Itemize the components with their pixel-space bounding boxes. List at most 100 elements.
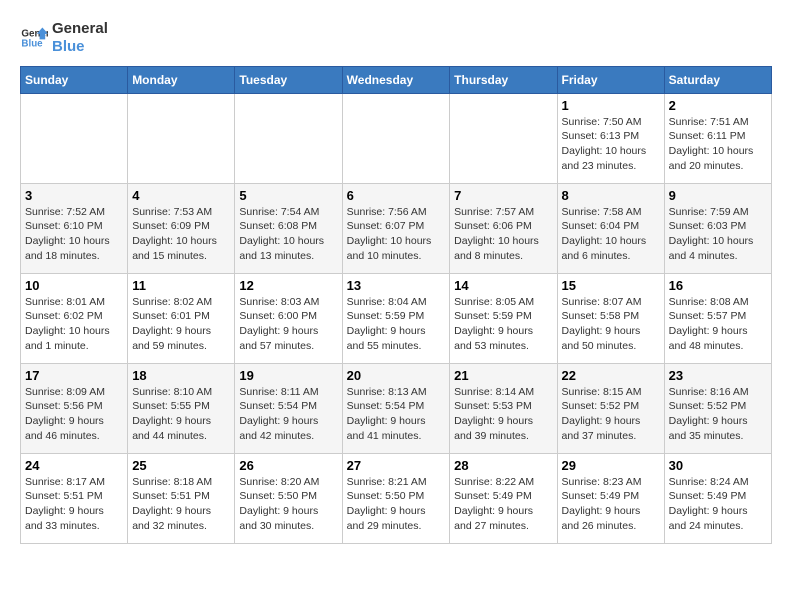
day-number: 13	[347, 278, 446, 293]
calendar-cell: 7Sunrise: 7:57 AM Sunset: 6:06 PM Daylig…	[450, 183, 557, 273]
day-info: Sunrise: 7:58 AM Sunset: 6:04 PM Dayligh…	[562, 205, 660, 264]
calendar-cell	[342, 93, 450, 183]
day-number: 10	[25, 278, 123, 293]
day-info: Sunrise: 8:01 AM Sunset: 6:02 PM Dayligh…	[25, 295, 123, 354]
svg-text:Blue: Blue	[21, 38, 43, 49]
day-number: 2	[669, 98, 767, 113]
day-info: Sunrise: 8:24 AM Sunset: 5:49 PM Dayligh…	[669, 475, 767, 534]
day-info: Sunrise: 7:56 AM Sunset: 6:07 PM Dayligh…	[347, 205, 446, 264]
day-info: Sunrise: 7:50 AM Sunset: 6:13 PM Dayligh…	[562, 115, 660, 174]
header-wednesday: Wednesday	[342, 66, 450, 93]
calendar-cell: 5Sunrise: 7:54 AM Sunset: 6:08 PM Daylig…	[235, 183, 342, 273]
header-tuesday: Tuesday	[235, 66, 342, 93]
day-info: Sunrise: 8:04 AM Sunset: 5:59 PM Dayligh…	[347, 295, 446, 354]
logo-blue-text: Blue	[52, 38, 85, 55]
header-sunday: Sunday	[21, 66, 128, 93]
day-number: 24	[25, 458, 123, 473]
day-number: 22	[562, 368, 660, 383]
day-info: Sunrise: 8:11 AM Sunset: 5:54 PM Dayligh…	[239, 385, 337, 444]
day-number: 30	[669, 458, 767, 473]
day-info: Sunrise: 8:05 AM Sunset: 5:59 PM Dayligh…	[454, 295, 552, 354]
calendar-cell: 12 Sunrise: 8:03 AM Sunset: 6:00 PM Dayli…	[235, 273, 342, 363]
calendar-week-1: 1 Sunrise: 7:50 AM Sunset: 6:13 PM Daylig…	[21, 93, 772, 183]
day-info: Sunrise: 8:15 AM Sunset: 5:52 PM Dayligh…	[562, 385, 660, 444]
calendar-cell	[128, 93, 235, 183]
day-info: Sunrise: 8:20 AM Sunset: 5:50 PM Dayligh…	[239, 475, 337, 534]
calendar-week-4: 17 Sunrise: 8:09 AM Sunset: 5:56 PM Dayli…	[21, 363, 772, 453]
calendar-cell: 25 Sunrise: 8:18 AM Sunset: 5:51 PM Dayli…	[128, 453, 235, 543]
day-number: 26	[239, 458, 337, 473]
calendar-cell: 18Sunrise: 8:10 AM Sunset: 5:55 PM Dayli…	[128, 363, 235, 453]
day-info: Sunrise: 8:08 AM Sunset: 5:57 PM Dayligh…	[669, 295, 767, 354]
calendar-header-row: SundayMondayTuesdayWednesdayThursdayFrid…	[21, 66, 772, 93]
calendar-cell: 22 Sunrise: 8:15 AM Sunset: 5:52 PM Dayli…	[557, 363, 664, 453]
day-info: Sunrise: 8:13 AM Sunset: 5:54 PM Dayligh…	[347, 385, 446, 444]
day-number: 21	[454, 368, 552, 383]
calendar-week-5: 24 Sunrise: 8:17 AM Sunset: 5:51 PM Dayli…	[21, 453, 772, 543]
day-number: 23	[669, 368, 767, 383]
day-info: Sunrise: 8:16 AM Sunset: 5:52 PM Dayligh…	[669, 385, 767, 444]
day-number: 15	[562, 278, 660, 293]
calendar-cell	[21, 93, 128, 183]
calendar-cell: 14 Sunrise: 8:05 AM Sunset: 5:59 PM Dayli…	[450, 273, 557, 363]
header-monday: Monday	[128, 66, 235, 93]
calendar-cell: 9Sunrise: 7:59 AM Sunset: 6:03 PM Daylig…	[664, 183, 771, 273]
day-number: 25	[132, 458, 230, 473]
day-number: 19	[239, 368, 337, 383]
calendar-cell: 23 Sunrise: 8:16 AM Sunset: 5:52 PM Dayli…	[664, 363, 771, 453]
day-number: 8	[562, 188, 660, 203]
day-number: 29	[562, 458, 660, 473]
day-number: 4	[132, 188, 230, 203]
logo-general-text: General	[52, 20, 108, 37]
calendar-week-2: 3Sunrise: 7:52 AM Sunset: 6:10 PM Daylig…	[21, 183, 772, 273]
day-number: 20	[347, 368, 446, 383]
day-number: 3	[25, 188, 123, 203]
day-info: Sunrise: 7:51 AM Sunset: 6:11 PM Dayligh…	[669, 115, 767, 174]
day-info: Sunrise: 8:02 AM Sunset: 6:01 PM Dayligh…	[132, 295, 230, 354]
header-thursday: Thursday	[450, 66, 557, 93]
day-info: Sunrise: 7:53 AM Sunset: 6:09 PM Dayligh…	[132, 205, 230, 264]
header-saturday: Saturday	[664, 66, 771, 93]
day-info: Sunrise: 8:10 AM Sunset: 5:55 PM Dayligh…	[132, 385, 230, 444]
day-info: Sunrise: 7:54 AM Sunset: 6:08 PM Dayligh…	[239, 205, 337, 264]
page-header: General Blue General Blue	[20, 20, 772, 56]
logo: General Blue General Blue	[20, 20, 108, 56]
day-info: Sunrise: 8:21 AM Sunset: 5:50 PM Dayligh…	[347, 475, 446, 534]
calendar-cell: 19 Sunrise: 8:11 AM Sunset: 5:54 PM Dayli…	[235, 363, 342, 453]
calendar-cell	[235, 93, 342, 183]
calendar-cell: 28 Sunrise: 8:22 AM Sunset: 5:49 PM Dayli…	[450, 453, 557, 543]
calendar-cell: 4 Sunrise: 7:53 AM Sunset: 6:09 PM Daylig…	[128, 183, 235, 273]
day-info: Sunrise: 8:23 AM Sunset: 5:49 PM Dayligh…	[562, 475, 660, 534]
calendar-cell: 2 Sunrise: 7:51 AM Sunset: 6:11 PM Daylig…	[664, 93, 771, 183]
day-number: 11	[132, 278, 230, 293]
day-number: 16	[669, 278, 767, 293]
calendar-cell: 26 Sunrise: 8:20 AM Sunset: 5:50 PM Dayli…	[235, 453, 342, 543]
calendar-cell: 30 Sunrise: 8:24 AM Sunset: 5:49 PM Dayli…	[664, 453, 771, 543]
day-info: Sunrise: 8:17 AM Sunset: 5:51 PM Dayligh…	[25, 475, 123, 534]
calendar-cell: 27 Sunrise: 8:21 AM Sunset: 5:50 PM Dayli…	[342, 453, 450, 543]
calendar-cell: 3Sunrise: 7:52 AM Sunset: 6:10 PM Daylig…	[21, 183, 128, 273]
day-info: Sunrise: 8:09 AM Sunset: 5:56 PM Dayligh…	[25, 385, 123, 444]
day-info: Sunrise: 8:18 AM Sunset: 5:51 PM Dayligh…	[132, 475, 230, 534]
calendar-cell: 20 Sunrise: 8:13 AM Sunset: 5:54 PM Dayli…	[342, 363, 450, 453]
day-number: 1	[562, 98, 660, 113]
calendar-cell	[450, 93, 557, 183]
calendar-cell: 8 Sunrise: 7:58 AM Sunset: 6:04 PM Daylig…	[557, 183, 664, 273]
calendar-cell: 29 Sunrise: 8:23 AM Sunset: 5:49 PM Dayli…	[557, 453, 664, 543]
day-number: 7	[454, 188, 552, 203]
calendar-cell: 6 Sunrise: 7:56 AM Sunset: 6:07 PM Daylig…	[342, 183, 450, 273]
day-info: Sunrise: 8:03 AM Sunset: 6:00 PM Dayligh…	[239, 295, 337, 354]
day-number: 17	[25, 368, 123, 383]
calendar-cell: 24 Sunrise: 8:17 AM Sunset: 5:51 PM Dayli…	[21, 453, 128, 543]
calendar-cell: 17 Sunrise: 8:09 AM Sunset: 5:56 PM Dayli…	[21, 363, 128, 453]
day-number: 28	[454, 458, 552, 473]
day-info: Sunrise: 8:07 AM Sunset: 5:58 PM Dayligh…	[562, 295, 660, 354]
day-number: 14	[454, 278, 552, 293]
day-number: 6	[347, 188, 446, 203]
day-number: 27	[347, 458, 446, 473]
calendar-week-3: 10 Sunrise: 8:01 AM Sunset: 6:02 PM Dayli…	[21, 273, 772, 363]
day-number: 12	[239, 278, 337, 293]
day-info: Sunrise: 8:22 AM Sunset: 5:49 PM Dayligh…	[454, 475, 552, 534]
calendar-cell: 16 Sunrise: 8:08 AM Sunset: 5:57 PM Dayli…	[664, 273, 771, 363]
calendar-table: SundayMondayTuesdayWednesdayThursdayFrid…	[20, 66, 772, 544]
